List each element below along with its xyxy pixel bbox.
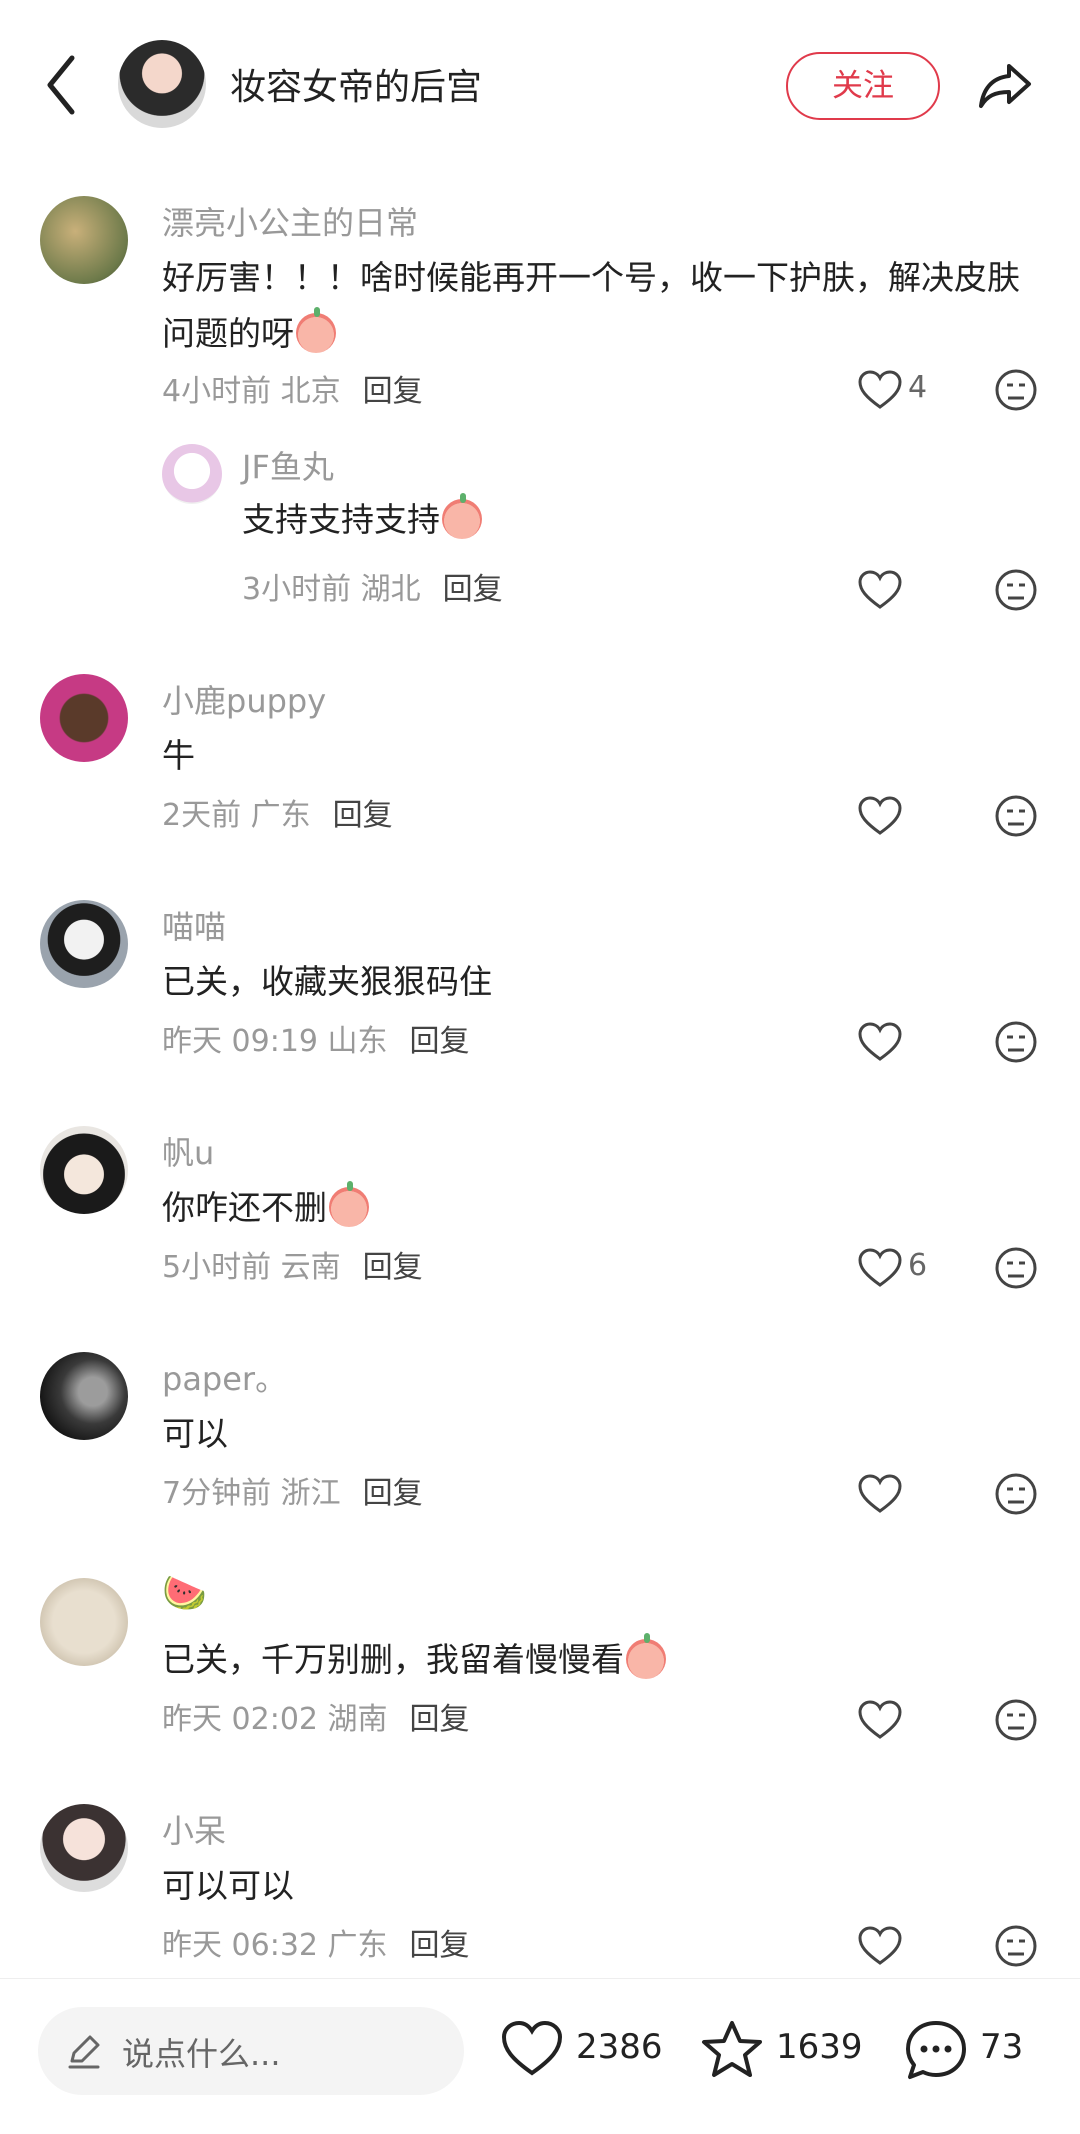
like-icon[interactable] — [858, 1474, 902, 1514]
comment-username[interactable]: 漂亮小公主的日常 — [162, 198, 418, 244]
comment-input-placeholder: 说点什么... — [122, 2035, 281, 2073]
comment-username[interactable]: paper。 — [162, 1354, 287, 1400]
comment-meta: 2天前 广东 回复 — [162, 790, 393, 834]
comment-text: 已关，千万别删，我留着慢慢看 — [162, 1632, 1042, 1688]
back-icon[interactable] — [40, 50, 80, 120]
comment-username[interactable]: 喵喵 — [162, 902, 226, 948]
comment-text: 支持支持支持 — [242, 492, 1022, 548]
dislike-icon[interactable] — [994, 1698, 1038, 1742]
reply-button[interactable]: 回复 — [443, 572, 503, 607]
emoji-sticker-icon — [296, 307, 336, 353]
like-icon[interactable] — [858, 370, 902, 410]
dislike-icon[interactable] — [994, 368, 1038, 412]
user-avatar[interactable] — [40, 674, 128, 762]
emoji-sticker-icon — [442, 493, 482, 539]
reply-button[interactable]: 回复 — [363, 374, 423, 409]
comment-input[interactable]: 说点什么... — [38, 2007, 464, 2095]
reply-button[interactable]: 回复 — [363, 1250, 423, 1285]
comment-text-body: 已关，收藏夹狠狠码住 — [162, 962, 492, 1001]
author-name[interactable]: 妆容女帝的后宫 — [230, 58, 482, 110]
like-icon[interactable] — [858, 1022, 902, 1062]
comment-meta: 4小时前 北京 回复 — [162, 366, 423, 410]
reply-button[interactable]: 回复 — [410, 1702, 470, 1737]
comment-username[interactable]: JF鱼丸 — [242, 442, 334, 488]
comment-bubble-icon — [906, 2021, 966, 2079]
comment-username[interactable]: 小鹿puppy — [162, 676, 326, 722]
post-comment-count: 73 — [980, 2027, 1024, 2067]
comment-meta: 昨天 02:02 湖南 回复 — [162, 1694, 470, 1738]
like-count: 6 — [908, 1248, 928, 1283]
like-icon[interactable] — [858, 1248, 902, 1288]
comment-text: 已关，收藏夹狠狠码住 — [162, 954, 1042, 1010]
comment-meta: 昨天 09:19 山东 回复 — [162, 1016, 470, 1060]
comment-text-body: 可以可以 — [162, 1866, 294, 1905]
comment-text-body: 好厉害！！！啥时候能再开一个号，收一下护肤，解决皮肤问题的呀 — [162, 258, 1020, 353]
like-icon[interactable] — [858, 570, 902, 610]
comment-text-body: 牛 — [162, 736, 195, 775]
comment-meta: 3小时前 湖北 回复 — [242, 564, 503, 608]
user-avatar[interactable] — [40, 1804, 128, 1892]
reply-button[interactable]: 回复 — [363, 1476, 423, 1511]
emoji-sticker-icon — [329, 1181, 369, 1227]
user-avatar[interactable] — [40, 1352, 128, 1440]
dislike-icon[interactable] — [994, 1924, 1038, 1968]
comment-text: 可以可以 — [162, 1858, 1042, 1914]
author-avatar[interactable] — [118, 40, 206, 128]
comment-text: 可以 — [162, 1406, 1042, 1462]
like-icon[interactable] — [858, 1700, 902, 1740]
heart-icon — [501, 2020, 563, 2076]
user-avatar[interactable] — [40, 1126, 128, 1214]
post-comment-button[interactable]: 73 — [904, 2019, 1054, 2079]
user-avatar[interactable] — [162, 444, 222, 504]
dislike-icon[interactable] — [994, 1020, 1038, 1064]
user-avatar[interactable] — [40, 1578, 128, 1666]
emoji-sticker-icon — [626, 1633, 666, 1679]
dislike-icon[interactable] — [994, 794, 1038, 838]
comment-time-location: 昨天 02:02 湖南 — [162, 1702, 388, 1737]
user-avatar[interactable] — [40, 900, 128, 988]
star-icon — [702, 2021, 762, 2077]
comment-time-location: 3小时前 湖北 — [242, 572, 421, 607]
comment-meta: 7分钟前 浙江 回复 — [162, 1468, 423, 1512]
comment-time-location: 7分钟前 浙江 — [162, 1476, 341, 1511]
bottom-action-bar: 说点什么... 2386 1639 73 — [0, 1978, 1080, 2134]
dislike-icon[interactable] — [994, 568, 1038, 612]
comment-text-body: 可以 — [162, 1414, 228, 1453]
post-favorite-button[interactable]: 1639 — [700, 2019, 870, 2079]
comment-username[interactable]: 帆u — [162, 1128, 214, 1174]
post-like-button[interactable]: 2386 — [500, 2019, 670, 2079]
comment-meta: 5小时前 云南 回复 — [162, 1242, 423, 1286]
comment-time-location: 2天前 广东 — [162, 798, 311, 833]
dislike-icon[interactable] — [994, 1472, 1038, 1516]
comment-username[interactable]: 🍉 — [162, 1572, 207, 1614]
comment-text: 你咋还不删 — [162, 1180, 1042, 1236]
pen-icon — [68, 2035, 100, 2069]
post-like-count: 2386 — [576, 2027, 663, 2067]
comment-username[interactable]: 小呆 — [162, 1806, 226, 1852]
comment-meta: 昨天 06:32 广东 回复 — [162, 1920, 470, 1964]
like-icon[interactable] — [858, 1926, 902, 1966]
reply-button[interactable]: 回复 — [410, 1024, 470, 1059]
comment-text: 牛 — [162, 728, 1042, 784]
comment-text-body: 支持支持支持 — [242, 500, 440, 539]
comment-time-location: 昨天 09:19 山东 — [162, 1024, 388, 1059]
comment-text-body: 已关，千万别删，我留着慢慢看 — [162, 1640, 624, 1679]
reply-button[interactable]: 回复 — [333, 798, 393, 833]
follow-button[interactable]: 关注 — [786, 52, 940, 120]
comment-text-body: 你咋还不删 — [162, 1188, 327, 1227]
comment-text: 好厉害！！！啥时候能再开一个号，收一下护肤，解决皮肤问题的呀 — [162, 250, 1042, 362]
dislike-icon[interactable] — [994, 1246, 1038, 1290]
like-icon[interactable] — [858, 796, 902, 836]
like-count: 4 — [908, 370, 928, 405]
share-icon[interactable] — [975, 56, 1035, 116]
comment-time-location: 5小时前 云南 — [162, 1250, 341, 1285]
post-favorite-count: 1639 — [776, 2027, 863, 2067]
comment-time-location: 4小时前 北京 — [162, 374, 341, 409]
comment-time-location: 昨天 06:32 广东 — [162, 1928, 388, 1963]
user-avatar[interactable] — [40, 196, 128, 284]
top-bar: 妆容女帝的后宫 关注 — [0, 0, 1080, 170]
reply-button[interactable]: 回复 — [410, 1928, 470, 1963]
